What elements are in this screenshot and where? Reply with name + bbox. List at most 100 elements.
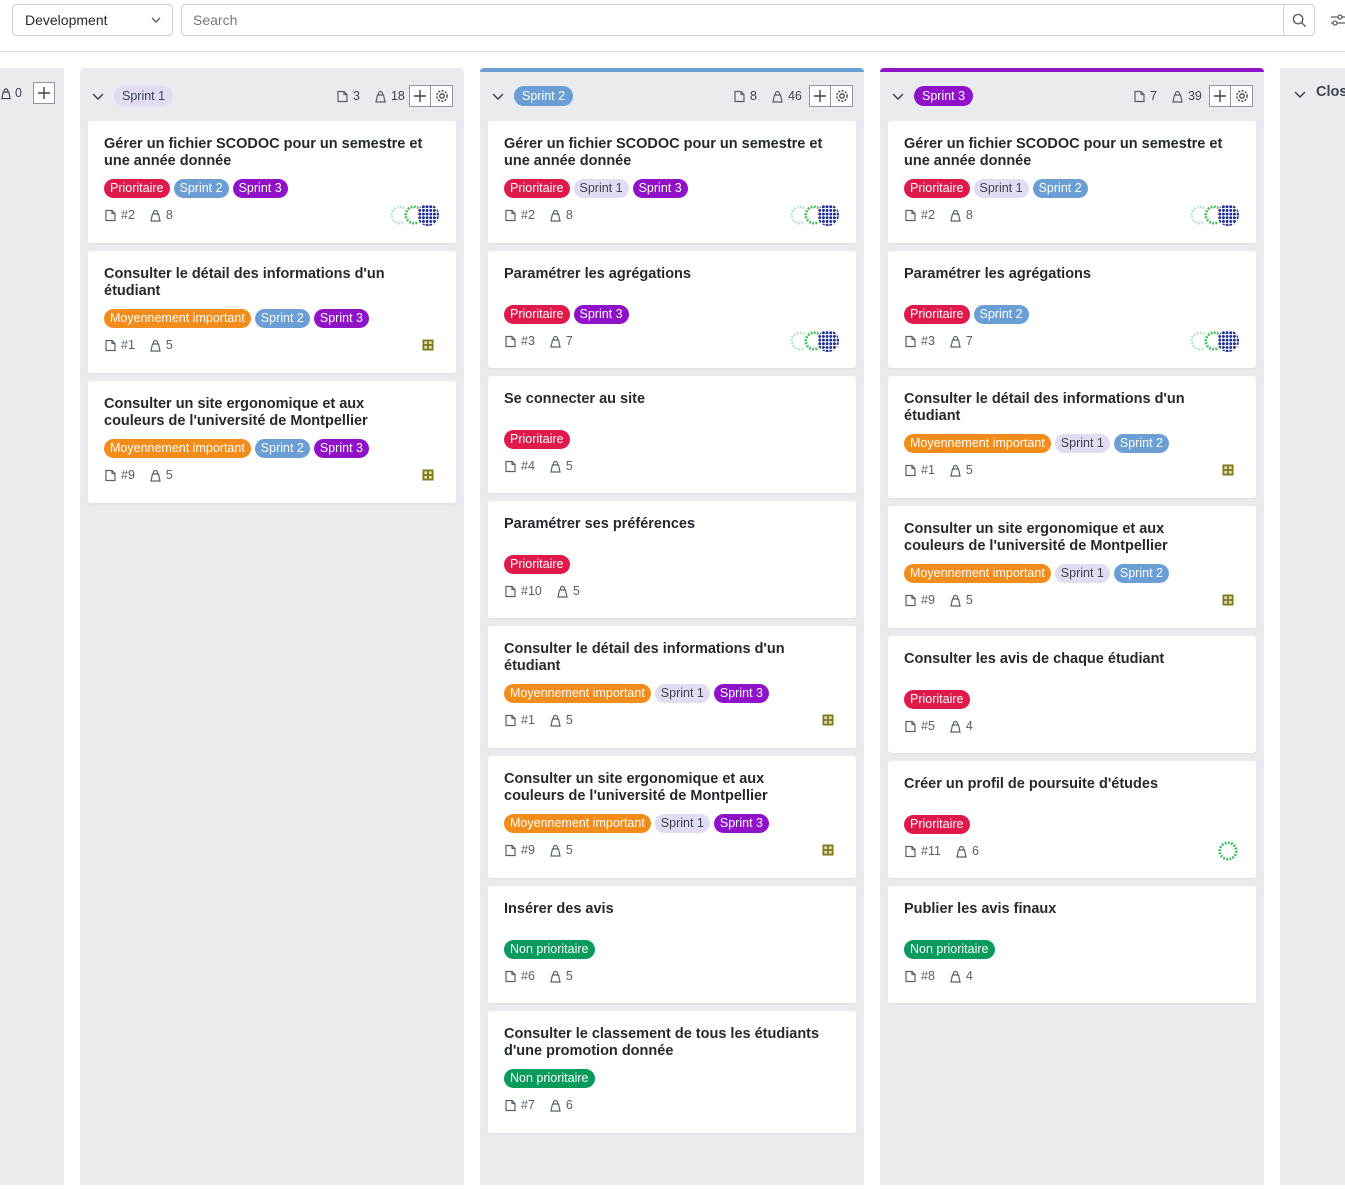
story-count: 3 bbox=[353, 89, 360, 103]
tag-list: Prioritaire Sprint 1 Sprint 3 bbox=[504, 179, 688, 198]
avatar[interactable] bbox=[816, 708, 840, 732]
story-card[interactable]: Consulter le détail des informations d'u… bbox=[888, 376, 1256, 498]
add-story-button[interactable] bbox=[33, 82, 55, 104]
search-box bbox=[181, 4, 1315, 36]
avatar[interactable] bbox=[816, 203, 840, 227]
tag: Prioritaire bbox=[904, 305, 970, 324]
chevron-down-icon[interactable] bbox=[91, 89, 105, 103]
story-id: #5 bbox=[921, 719, 935, 733]
story-title: Paramétrer ses préférences bbox=[504, 516, 696, 532]
story-card[interactable]: Consulter un site ergonomique et aux cou… bbox=[488, 756, 856, 878]
story-card[interactable]: Consulter le classement de tous les étud… bbox=[488, 1011, 856, 1133]
project-select[interactable]: Development bbox=[12, 4, 173, 36]
column-settings-button[interactable] bbox=[431, 85, 453, 107]
story-id: #7 bbox=[521, 1098, 535, 1112]
tag-list: Prioritaire Sprint 2 Sprint 3 bbox=[104, 179, 288, 198]
chevron-down-icon[interactable] bbox=[891, 89, 905, 103]
story-card[interactable]: Consulter les avis de chaque étudiant Pri… bbox=[888, 636, 1256, 753]
story-title: Se connecter au site bbox=[504, 391, 646, 407]
story-points: 5 bbox=[565, 843, 573, 857]
story-id: #9 bbox=[521, 843, 535, 857]
story-card[interactable]: Publier les avis finaux Non prioritaire #8… bbox=[888, 886, 1256, 1003]
tag-list: Moyennement important Sprint 2 Sprint 3 bbox=[104, 309, 369, 328]
story-card[interactable]: Gérer un fichier SCODOC pour un semestre… bbox=[888, 121, 1256, 243]
avatar[interactable] bbox=[1216, 588, 1240, 612]
points-icon bbox=[150, 469, 161, 482]
avatar[interactable] bbox=[1216, 839, 1240, 863]
avatar[interactable] bbox=[416, 203, 440, 227]
story-meta: #1 5 bbox=[104, 338, 173, 352]
story-icon bbox=[105, 209, 116, 221]
story-title: Consulter un site ergonomique et aux cou… bbox=[904, 521, 1168, 554]
story-id: #9 bbox=[121, 468, 135, 482]
story-id: #2 bbox=[921, 208, 935, 222]
assignee-avatars bbox=[816, 838, 840, 862]
sprint-name: Sprint 3 bbox=[914, 86, 974, 106]
add-story-button[interactable] bbox=[1209, 85, 1231, 107]
tag: Sprint 3 bbox=[313, 439, 369, 458]
story-card[interactable]: Gérer un fichier SCODOC pour un semestre… bbox=[88, 121, 456, 243]
add-story-button[interactable] bbox=[409, 85, 431, 107]
points-count: 46 bbox=[787, 89, 802, 103]
column-actions bbox=[409, 85, 453, 107]
avatar[interactable] bbox=[816, 838, 840, 862]
story-id: #2 bbox=[521, 208, 535, 222]
story-icon bbox=[505, 970, 516, 982]
points-icon bbox=[550, 1099, 561, 1112]
avatar[interactable] bbox=[1216, 458, 1240, 482]
story-card[interactable]: Consulter le détail des informations d'u… bbox=[488, 626, 856, 748]
tag: Sprint 2 bbox=[254, 309, 310, 328]
story-card[interactable]: Consulter le détail des informations d'u… bbox=[88, 251, 456, 373]
sprint-column: Sprint 1 3 18 Gérer un fichier SCODOC pour … bbox=[80, 68, 464, 1185]
search-input[interactable] bbox=[182, 5, 1283, 35]
story-points: 8 bbox=[565, 208, 573, 222]
story-id: #1 bbox=[521, 713, 535, 727]
avatar[interactable] bbox=[416, 333, 440, 357]
tag: Sprint 3 bbox=[573, 305, 629, 324]
story-card[interactable]: Consulter un site ergonomique et aux cou… bbox=[88, 381, 456, 503]
assignee-avatars bbox=[416, 463, 440, 487]
tag: Sprint 2 bbox=[973, 305, 1029, 324]
gear-icon bbox=[435, 90, 448, 102]
story-meta: #2 8 bbox=[904, 208, 973, 222]
points-icon bbox=[950, 594, 961, 607]
story-card[interactable]: Consulter un site ergonomique et aux cou… bbox=[888, 506, 1256, 628]
story-card[interactable]: Créer un profil de poursuite d'études Pri… bbox=[888, 761, 1256, 878]
points-icon bbox=[1, 87, 11, 99]
chevron-down-icon[interactable] bbox=[491, 89, 505, 103]
tag-list: Prioritaire bbox=[504, 430, 570, 449]
story-card[interactable]: Paramétrer les agrégations Prioritaire Spr… bbox=[488, 251, 856, 368]
tag-list: Moyennement important Sprint 1 Sprint 2 bbox=[904, 434, 1169, 453]
search-button[interactable] bbox=[1283, 5, 1314, 35]
column-stats: 7 39 bbox=[1133, 89, 1202, 103]
tag: Moyennement important bbox=[104, 309, 251, 328]
story-meta: #6 5 bbox=[504, 969, 573, 983]
add-story-button[interactable] bbox=[809, 85, 831, 107]
story-title: Paramétrer les agrégations bbox=[904, 266, 1091, 282]
story-card[interactable]: Paramétrer ses préférences Prioritaire #10… bbox=[488, 501, 856, 618]
avatar[interactable] bbox=[1216, 329, 1240, 353]
tag: Sprint 3 bbox=[313, 309, 369, 328]
story-id: #3 bbox=[521, 334, 535, 348]
column-settings-button[interactable] bbox=[831, 85, 853, 107]
points-icon bbox=[950, 464, 961, 477]
avatar[interactable] bbox=[1216, 203, 1240, 227]
story-card[interactable]: Gérer un fichier SCODOC pour un semestre… bbox=[488, 121, 856, 243]
story-icon bbox=[905, 970, 916, 982]
chevron-down-icon[interactable] bbox=[1293, 87, 1307, 101]
story-card[interactable]: Insérer des avis Non prioritaire #6 5 bbox=[488, 886, 856, 1003]
story-card[interactable]: Se connecter au site Prioritaire #4 5 bbox=[488, 376, 856, 493]
column-settings-button[interactable] bbox=[1231, 85, 1253, 107]
tag: Prioritaire bbox=[904, 179, 970, 198]
story-meta: #9 5 bbox=[504, 843, 573, 857]
sprint-column: Sprint 3 7 39 Gérer un fichier SCODOC pour … bbox=[880, 68, 1264, 1185]
tag: Sprint 1 bbox=[1054, 434, 1110, 453]
filters-icon[interactable] bbox=[1330, 12, 1345, 28]
avatar[interactable] bbox=[416, 463, 440, 487]
avatar[interactable] bbox=[816, 329, 840, 353]
story-icon bbox=[505, 844, 516, 856]
story-icon bbox=[905, 335, 916, 347]
story-meta: #3 7 bbox=[504, 334, 573, 348]
story-card[interactable]: Paramétrer les agrégations Prioritaire Spr… bbox=[888, 251, 1256, 368]
points-icon bbox=[550, 335, 561, 348]
